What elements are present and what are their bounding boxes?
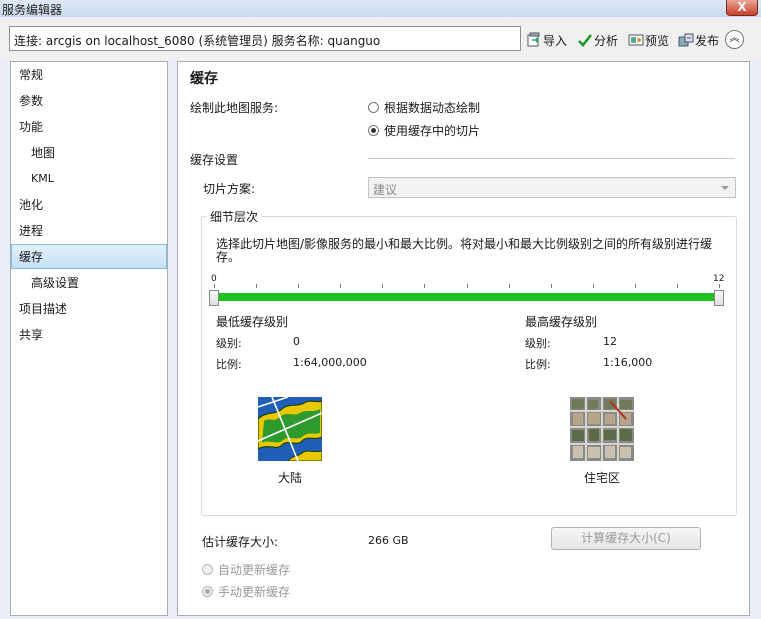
- tiling-scheme-select[interactable]: 建议: [368, 177, 736, 198]
- analyze-label: 分析: [594, 33, 619, 48]
- slider-tick: [424, 284, 425, 288]
- connection-field: 连接: arcgis on localhost_6080 (系统管理员) 服务名…: [9, 26, 521, 51]
- slider-tick: [298, 284, 299, 288]
- preview-label: 预览: [645, 33, 670, 48]
- radio-manual-update-label[interactable]: 手动更新缓存: [218, 583, 290, 600]
- toolbar: 连接: arcgis on localhost_6080 (系统管理员) 服务名…: [0, 17, 761, 61]
- estimate-size-label: 估计缓存大小:: [202, 535, 279, 549]
- page-title: 缓存: [190, 71, 218, 87]
- min-level-label: 级别:: [216, 337, 242, 350]
- residential-label: 住宅区: [584, 471, 621, 485]
- sidebar-item-advanced-settings[interactable]: 高级设置: [11, 271, 167, 295]
- slider-tick: [509, 284, 510, 288]
- publish-label: 发布: [695, 33, 720, 48]
- slider-tick: [677, 284, 678, 288]
- slider-tick: [256, 284, 257, 288]
- checkmark-icon: [578, 34, 593, 47]
- lod-legend: 细节层次: [207, 208, 262, 225]
- max-level-value: 12: [603, 335, 617, 348]
- min-scale-value: 1:64,000,000: [293, 356, 367, 369]
- radio-use-cache[interactable]: [368, 125, 379, 136]
- max-scale-label: 比例:: [525, 358, 551, 371]
- slider-min-label: 0: [211, 274, 217, 284]
- analyze-button[interactable]: 分析: [577, 31, 618, 49]
- slider-tick: [214, 284, 215, 288]
- residential-map-image: [570, 397, 634, 461]
- section-divider: [368, 158, 735, 159]
- radio-auto-update-label[interactable]: 自动更新缓存: [218, 561, 290, 578]
- radio-dynamic-draw-label[interactable]: 根据数据动态绘制: [384, 99, 480, 116]
- import-label: 导入: [543, 33, 568, 48]
- chevron-up-icon: ︽: [729, 33, 740, 44]
- slider-tick: [340, 284, 341, 288]
- sidebar-item-sharing[interactable]: 共享: [11, 323, 167, 347]
- sidebar-item-processes[interactable]: 进程: [11, 219, 167, 243]
- close-icon: X: [737, 0, 747, 14]
- sidebar-item-kml[interactable]: KML: [11, 167, 167, 191]
- estimate-size-value: 266 GB: [368, 534, 409, 547]
- slider-tick: [593, 284, 594, 288]
- slider-tick: [551, 284, 552, 288]
- sidebar-item-parameters[interactable]: 参数: [11, 89, 167, 113]
- slider-max-label: 12: [713, 274, 725, 284]
- preview-button[interactable]: 预览: [628, 31, 669, 49]
- radio-dynamic-draw[interactable]: [368, 102, 379, 113]
- sidebar: 常规 参数 功能 地图 KML 池化 进程 缓存 高级设置 项目描述 共享: [10, 61, 168, 616]
- radio-auto-update[interactable]: [202, 564, 213, 575]
- collapse-button[interactable]: ︽: [725, 30, 744, 49]
- slider-tick: [635, 284, 636, 288]
- min-cache-title: 最低缓存级别: [216, 315, 289, 329]
- min-level-value: 0: [293, 335, 300, 348]
- continent-label: 大陆: [278, 471, 303, 485]
- publish-icon: [678, 33, 694, 47]
- sidebar-item-map[interactable]: 地图: [11, 141, 167, 165]
- radio-manual-update[interactable]: [202, 586, 213, 597]
- window-title: 服务编辑器: [2, 3, 63, 17]
- radio-use-cache-label[interactable]: 使用缓存中的切片: [384, 122, 480, 139]
- chevron-down-icon: [721, 186, 729, 190]
- sidebar-item-pooling[interactable]: 池化: [11, 193, 167, 217]
- tiling-scheme-label: 切片方案:: [203, 182, 256, 196]
- slider-tick: [382, 284, 383, 288]
- import-icon: [527, 32, 540, 47]
- title-bar: 服务编辑器 X: [0, 0, 761, 17]
- preview-icon: [628, 34, 644, 46]
- slider-max-handle[interactable]: [714, 290, 724, 306]
- tiling-scheme-value: 建议: [373, 183, 398, 197]
- import-button[interactable]: 导入: [526, 31, 567, 49]
- slider-min-handle[interactable]: [209, 290, 219, 306]
- sidebar-item-item-description[interactable]: 项目描述: [11, 297, 167, 321]
- max-level-label: 级别:: [525, 337, 551, 350]
- sidebar-item-general[interactable]: 常规: [11, 63, 167, 87]
- sidebar-item-caching[interactable]: 缓存: [11, 244, 167, 269]
- sidebar-item-capabilities[interactable]: 功能: [11, 115, 167, 139]
- lod-description-line2: 存。: [216, 250, 241, 264]
- scale-range-slider[interactable]: [214, 293, 719, 301]
- cache-settings-label: 缓存设置: [190, 153, 239, 167]
- max-scale-value: 1:16,000: [603, 356, 653, 369]
- continent-map-image: [258, 397, 322, 461]
- close-button[interactable]: X: [726, 0, 758, 16]
- slider-tick: [467, 284, 468, 288]
- draw-mode-label: 绘制此地图服务:: [190, 101, 279, 115]
- publish-button[interactable]: 发布: [678, 31, 719, 49]
- slider-tick: [719, 284, 720, 288]
- lod-description-line1: 选择此切片地图/影像服务的最小和最大比例。将对最小和最大比例级别之间的所有级别进…: [216, 237, 713, 251]
- caching-panel: 缓存 绘制此地图服务: 根据数据动态绘制 使用缓存中的切片 缓存设置 切片方案:…: [177, 61, 750, 616]
- calculate-cache-size-button[interactable]: 计算缓存大小(C): [551, 527, 701, 550]
- min-scale-label: 比例:: [216, 358, 242, 371]
- max-cache-title: 最高缓存级别: [525, 315, 598, 329]
